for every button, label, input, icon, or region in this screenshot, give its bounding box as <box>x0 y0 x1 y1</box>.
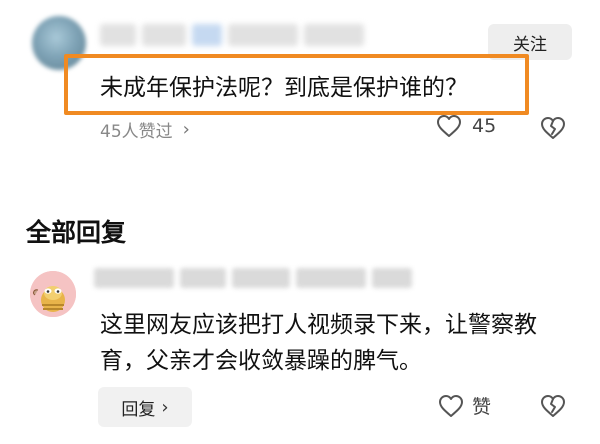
comment-text-highlight: 未成年保护法呢？到底是保护谁的？ <box>64 54 529 115</box>
reply-dislike-button[interactable] <box>540 394 566 422</box>
likers-link[interactable]: 45人赞过 › <box>100 117 190 142</box>
replies-section-title: 全部回复 <box>26 218 127 247</box>
broken-heart-icon <box>541 117 565 139</box>
heart-outline-icon <box>437 115 461 137</box>
comment-text: 未成年保护法呢？到底是保护谁的？ <box>100 74 468 101</box>
reply-author-blurred <box>94 268 412 288</box>
dislike-button[interactable] <box>540 116 566 144</box>
reply-text: 这里网友应该把打人视频录下来，让警察教育，父亲才会收敛暴躁的脾气。 <box>100 312 537 374</box>
likers-label: 45人赞过 <box>100 122 173 142</box>
cartoon-avatar-icon <box>30 271 76 317</box>
reply-button-label: 回复 <box>121 399 156 420</box>
chevron-right-icon: › <box>161 396 169 418</box>
like-count: 45 <box>472 115 497 137</box>
reply-like-label: 赞 <box>472 396 492 418</box>
like-button[interactable]: 45 <box>436 114 496 138</box>
chevron-right-icon: › <box>182 119 190 140</box>
broken-heart-icon <box>541 395 565 417</box>
heart-outline-icon <box>439 394 463 417</box>
reply-avatar[interactable] <box>30 271 76 317</box>
reply-button[interactable]: 回复 › <box>98 387 192 427</box>
reply-like-button[interactable]: 赞 <box>438 392 491 419</box>
commenter-name-blurred <box>100 24 364 46</box>
